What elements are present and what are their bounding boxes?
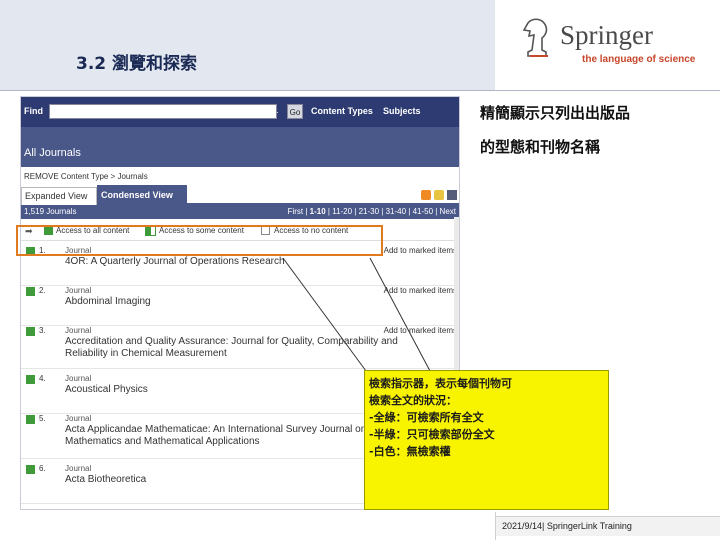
callout-line: -半綠：只可檢索部份全文 [369, 428, 495, 441]
access-indicator-callout: 檢索指示器，表示每個刊物可 檢索全文的狀況： -全綠：可檢索所有全文 -半綠：只… [364, 370, 609, 510]
annotation-condensed-view: 精簡顯示只列出出版品 的型態和刊物名稱 [480, 96, 630, 164]
callout-line: 檢索全文的狀況： [369, 394, 457, 407]
callout-line: -全綠：可檢索所有全文 [369, 411, 484, 424]
callout-line: 檢索指示器，表示每個刊物可 [369, 377, 512, 390]
callout-line: -白色：無檢索權 [369, 445, 451, 458]
annotation-line: 的型態和刊物名稱 [480, 138, 601, 156]
slide-footer: 2021/9/14| SpringerLink Training [496, 516, 720, 536]
footer-text: 2021/9/14| SpringerLink Training [502, 521, 632, 531]
annotation-line: 精簡顯示只列出出版品 [480, 104, 631, 122]
callout-pointer-lines [282, 257, 431, 372]
